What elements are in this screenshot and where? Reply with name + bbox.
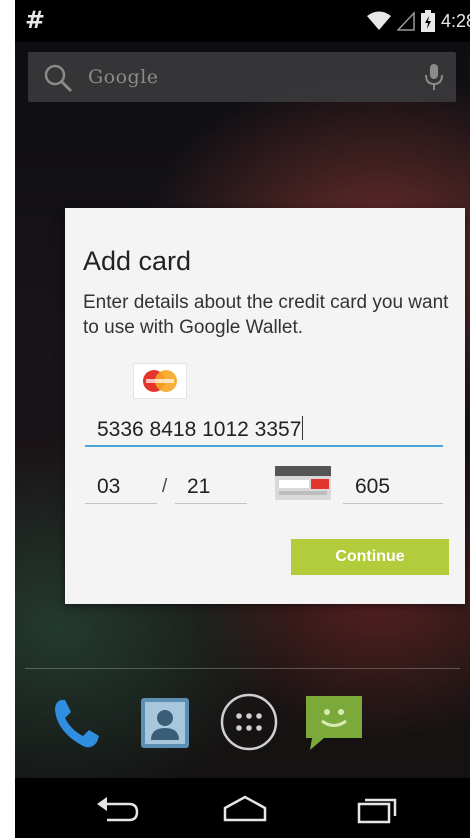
phone-icon[interactable]	[47, 690, 111, 754]
google-search-bar[interactable]: Google	[28, 52, 456, 102]
mic-icon[interactable]	[424, 63, 444, 91]
continue-button[interactable]: Continue	[291, 539, 449, 575]
card-number-field[interactable]: 5336 8418 1012 3357	[85, 413, 443, 447]
signal-icon	[396, 11, 415, 31]
notification-hash-icon[interactable]: #	[25, 6, 45, 34]
text-cursor	[302, 416, 304, 440]
dialog-title: Add card	[83, 246, 192, 276]
battery-icon	[420, 10, 435, 32]
messaging-icon[interactable]	[302, 690, 366, 754]
search-icon[interactable]	[42, 62, 74, 94]
navigation-bar	[15, 778, 470, 838]
card-number-value: 5336 8418 1012 3357	[97, 418, 302, 441]
expiration-month-field[interactable]: 03	[85, 470, 157, 504]
expiration-month-value: 03	[97, 475, 121, 498]
home-icon[interactable]	[221, 794, 269, 824]
status-icons: 4:28	[366, 9, 470, 33]
cvc-field[interactable]: 605	[343, 470, 443, 504]
status-bar: # 4:28	[15, 0, 470, 42]
search-label[interactable]: Google	[88, 66, 159, 88]
expiration-year-field[interactable]: 21	[175, 470, 247, 504]
cvc-value: 605	[355, 475, 391, 498]
back-icon[interactable]	[93, 794, 141, 824]
app-drawer-icon[interactable]	[217, 690, 281, 754]
dialog-description: Enter details about the credit card you …	[83, 292, 449, 338]
status-time: 4:28	[440, 10, 470, 31]
card-back-icon	[275, 466, 331, 500]
expiration-separator: /	[162, 476, 168, 497]
expiration-year-value: 21	[187, 475, 211, 498]
recents-icon[interactable]	[355, 794, 403, 824]
wifi-icon	[366, 11, 391, 30]
phone-screen: # 4:28 Google	[15, 0, 470, 838]
mastercard-icon	[133, 363, 187, 399]
add-card-dialog: Add card Enter details about the credit …	[65, 208, 465, 604]
dock-divider	[25, 668, 460, 669]
contacts-icon[interactable]	[133, 690, 197, 754]
